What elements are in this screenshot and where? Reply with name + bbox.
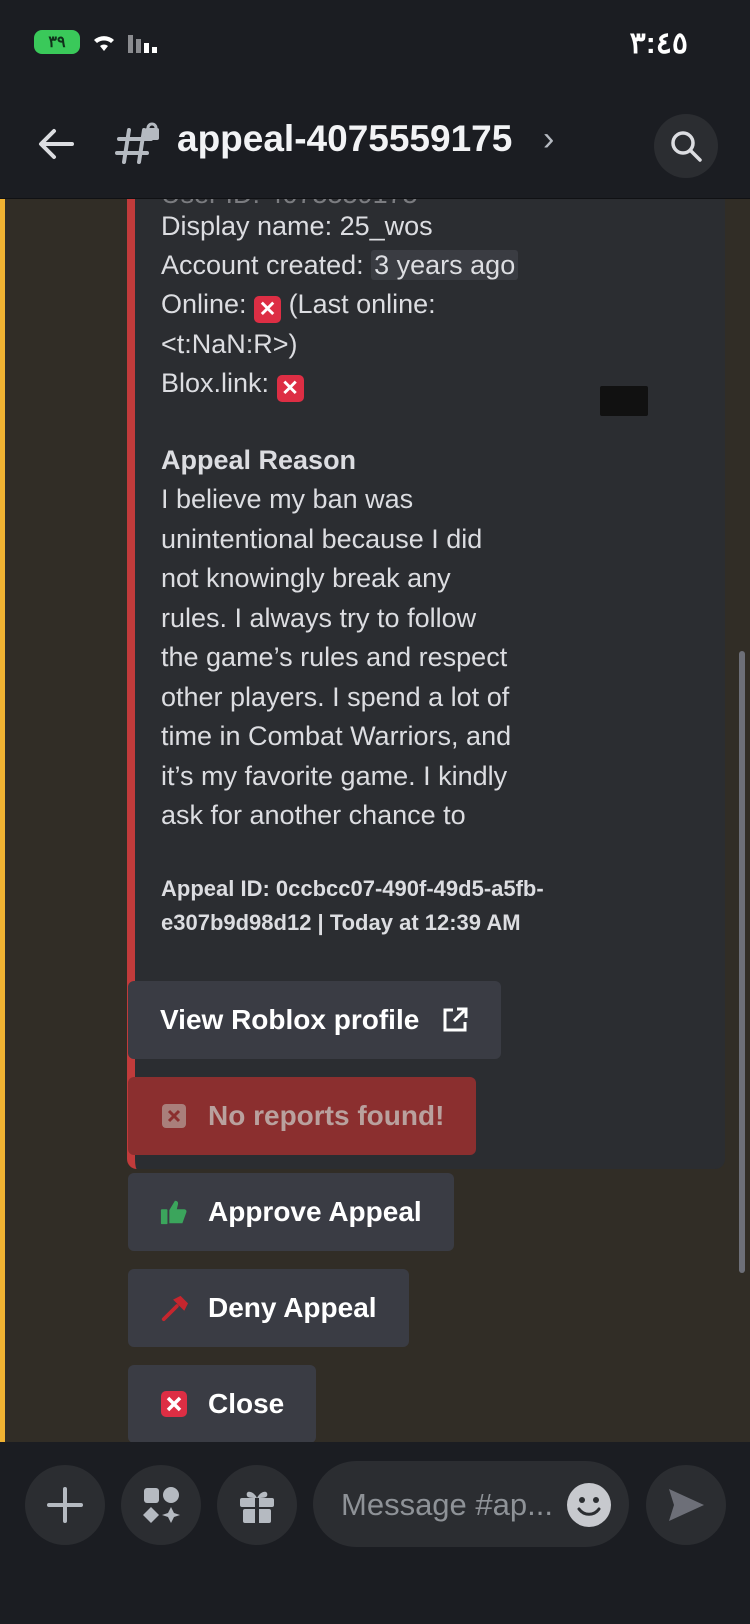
view-roblox-profile-button[interactable]: View Roblox profile	[128, 981, 502, 1059]
appeal-reason-heading: Appeal Reason	[161, 445, 357, 475]
deny-appeal-button[interactable]: Deny Appeal	[128, 1269, 409, 1347]
account-created-line: Account created: 3 years ago	[161, 250, 519, 281]
account-created-label: Account created:	[161, 250, 372, 280]
embed-footer-line: e307b9d98d12 | Today at 12:39 AM	[161, 910, 521, 935]
gift-icon	[240, 1491, 274, 1523]
external-link-icon	[443, 1007, 468, 1032]
send-icon	[669, 1489, 704, 1521]
appeal-reason-line: the game’s rules and respect	[161, 642, 508, 672]
appeal-reason-line: I believe my ban was	[161, 484, 414, 514]
clock: ٣:٤٥	[629, 27, 688, 60]
apps-button[interactable]	[121, 1465, 201, 1545]
online-label: Online:	[161, 289, 255, 319]
cross-mark-icon: ✕	[276, 375, 304, 402]
close-label: Close	[208, 1388, 285, 1419]
view-roblox-profile-label: View Roblox profile	[160, 1004, 420, 1035]
add-attachment-button[interactable]	[25, 1465, 105, 1545]
user-id-line: User ID: 4075559175	[161, 199, 418, 210]
search-button[interactable]	[654, 114, 718, 178]
signal-icon	[128, 35, 157, 53]
display-name-line: Display name: 25_wos	[161, 211, 433, 241]
approve-appeal-label: Approve Appeal	[208, 1196, 422, 1227]
wifi-icon	[94, 36, 114, 51]
appeal-reason-line: rules. I always try to follow	[161, 603, 477, 633]
hammer-icon	[160, 1294, 188, 1322]
apps-icon	[143, 1487, 180, 1523]
channel-title[interactable]: appeal-4075559175	[177, 118, 512, 160]
cross-mark-icon	[160, 1102, 188, 1130]
emoji-icon[interactable]	[567, 1483, 611, 1527]
online-detail: (Last online:	[281, 289, 436, 319]
appeal-reason-line: ask for another chance to	[161, 800, 466, 830]
embed-thumbnail[interactable]	[600, 386, 648, 416]
appeal-reason-line: other players. I spend a lot of	[161, 682, 510, 712]
close-button[interactable]: Close	[128, 1365, 317, 1442]
battery-level: ٣٩	[48, 34, 66, 51]
embed-footer-line: Appeal ID: 0ccbcc07-490f-49d5-a5fb-	[161, 876, 544, 901]
bloxlink-line: Blox.link: ✕	[161, 368, 304, 402]
status-bar: ٣٩ ٣:٤٥	[0, 0, 750, 90]
appeal-reason-line: unintentional because I did	[161, 524, 483, 554]
search-icon	[671, 131, 702, 162]
message-input[interactable]	[339, 1481, 553, 1529]
message-list[interactable]: User ID: 4075559175 Display name: 25_wos…	[0, 199, 750, 1442]
thumbs-up-icon	[160, 1198, 188, 1226]
cross-mark-icon	[160, 1390, 188, 1418]
back-arrow-icon[interactable]	[36, 124, 76, 164]
no-reports-label: No reports found!	[208, 1100, 445, 1131]
send-button[interactable]	[646, 1465, 726, 1545]
chevron-right-icon[interactable]: ›	[543, 120, 554, 159]
appeal-reason-line: it’s my favorite game. I kindly	[161, 761, 508, 791]
gift-button[interactable]	[217, 1465, 297, 1545]
bloxlink-label: Blox.link:	[161, 368, 277, 398]
locked-channel-icon	[115, 122, 159, 164]
appeal-reason-line: not knowingly break any	[161, 563, 451, 593]
scrollbar[interactable]	[739, 651, 745, 1273]
deny-appeal-label: Deny Appeal	[208, 1292, 377, 1323]
online-timestamp: <t:NaN:R>)	[161, 329, 298, 359]
battery-icon: ٣٩	[34, 30, 80, 54]
message-input-container[interactable]	[313, 1461, 629, 1547]
approve-appeal-button[interactable]: Approve Appeal	[128, 1173, 454, 1251]
account-created-timestamp[interactable]: 3 years ago	[371, 250, 519, 280]
cross-mark-icon: ✕	[254, 296, 282, 323]
message-composer	[0, 1443, 750, 1624]
plus-icon	[47, 1487, 83, 1523]
unread-indicator	[0, 199, 5, 1442]
no-reports-button[interactable]: No reports found!	[128, 1077, 477, 1155]
status-icons: ٣٩	[34, 30, 162, 54]
channel-header: appeal-4075559175 ›	[0, 90, 750, 199]
appeal-reason-line: time in Combat Warriors, and	[161, 721, 512, 751]
online-line: Online: ✕ (Last online:	[161, 289, 436, 323]
